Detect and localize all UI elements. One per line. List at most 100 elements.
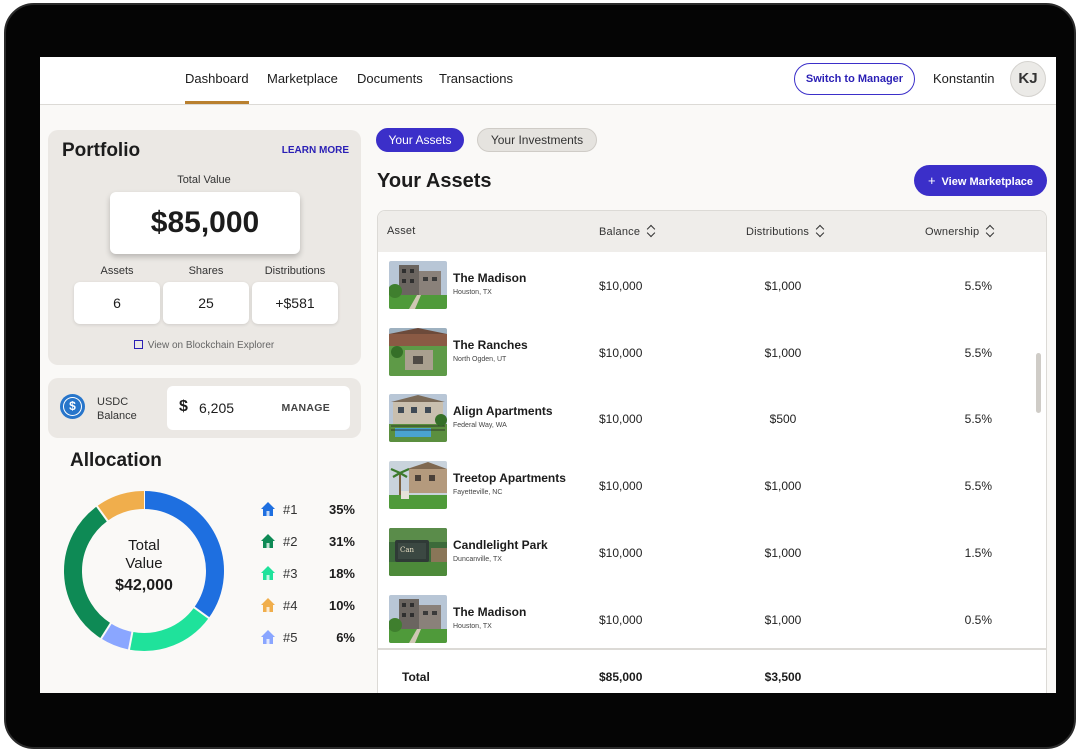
tab-marketplace[interactable]: Marketplace [267,71,338,86]
asset-location: Fayetteville, NC [453,489,503,497]
tab-your-investments[interactable]: Your Investments [477,128,597,152]
property-thumbnail [389,261,447,309]
asset-balance: $10,000 [599,412,643,427]
asset-balance: $10,000 [599,612,643,627]
view-marketplace-label: View Marketplace [941,176,1034,188]
column-balance-header[interactable]: Balance [599,225,655,238]
allocation-legend-item: #4 10% [260,595,360,615]
stat-label-distributions: Distributions [264,265,326,277]
allocation-percent: 18% [328,566,355,581]
asset-location: Duncanville, TX [453,555,502,563]
allocation-title: Allocation [70,450,162,471]
column-ownership: Ownership [925,226,980,238]
table-row[interactable]: The Madison Houston, TX $10,000 $1,000 0.5% [378,586,1040,652]
asset-name[interactable]: The Madison [453,605,526,619]
blockchain-explorer-link[interactable]: View on Blockchain Explorer [48,340,360,351]
assets-table: Asset Balance Distributions Ownership Th… [377,210,1047,693]
property-thumbnail [389,594,447,643]
asset-name[interactable]: Treetop Apartments [453,471,566,485]
username[interactable]: Konstantin [933,71,994,86]
asset-ownership: 1.5% [964,545,992,560]
app-screen: Dashboard Marketplace Documents Transact… [40,57,1056,693]
house-icon [261,598,275,612]
allocation-rank: #2 [283,534,298,549]
column-distributions-header[interactable]: Distributions [746,225,824,238]
asset-location: Houston, TX [453,622,492,630]
donut-center-label-1: Total [128,537,160,554]
asset-distributions: $1,000 [764,345,802,360]
avatar[interactable]: KJ [1010,61,1046,97]
tab-your-assets[interactable]: Your Assets [376,128,464,152]
explorer-label: View on Blockchain Explorer [147,340,275,351]
portfolio-card: Portfolio LEARN MORE Total Value $85,000… [48,130,361,365]
usdc-coin-icon: $ [60,394,85,419]
usdc-label-line1: USDC [97,396,129,408]
stat-label-shares: Shares [188,265,224,277]
dollar-icon: $ [179,398,188,415]
house-icon [261,566,275,580]
house-icon [261,630,275,644]
allocation-percent: 10% [328,598,355,613]
assets-title: Your Assets [377,170,492,192]
allocation-rank: #1 [283,502,298,517]
usdc-balance-box: $ 6,205 MANAGE [167,386,350,430]
learn-more-link[interactable]: LEARN MORE [282,145,349,156]
asset-distributions: $1,000 [764,545,802,560]
total-distributions: $3,500 [764,670,802,684]
usdc-label-line2: Balance [97,410,137,422]
table-row[interactable]: Can Candlelight Park Duncanville, TX $10,00… [378,519,1040,585]
asset-ownership: 5.5% [964,479,992,494]
asset-name[interactable]: The Madison [453,271,526,285]
property-thumbnail: Can [389,527,447,576]
usdc-amount: 6,205 [199,400,235,416]
table-total-row: Total $85,000 $3,500 [378,648,1046,693]
table-row[interactable]: The Madison Houston, TX $10,000 $1,000 5.5% [378,252,1040,318]
column-ownership-header[interactable]: Ownership [925,225,994,238]
stat-value-assets: 6 [74,282,160,324]
view-marketplace-button[interactable]: + View Marketplace [914,165,1047,196]
asset-location: North Ogden, UT [453,355,507,363]
total-value: $85,000 [110,192,300,254]
asset-ownership: 5.5% [964,345,992,360]
usdc-balance-card: $ USDC Balance $ 6,205 MANAGE [48,378,361,438]
asset-distributions: $1,000 [764,279,802,293]
allocation-legend-item: #2 31% [260,531,360,551]
table-row[interactable]: Align Apartments Federal Way, WA $10,000 $5… [378,385,1040,451]
stat-label-assets: Assets [100,265,134,277]
sort-icon [647,225,655,237]
sort-icon [986,225,994,237]
tab-transactions[interactable]: Transactions [439,71,513,86]
asset-distributions: $1,000 [764,612,802,627]
usdc-label: USDC Balance [97,395,137,423]
tablet-frame: Dashboard Marketplace Documents Transact… [4,3,1076,749]
table-scrollbar[interactable] [1036,353,1041,413]
svg-text:Can: Can [400,546,415,554]
asset-name[interactable]: Align Apartments [453,404,553,418]
donut-center-value: $42,000 [115,577,173,594]
allocation-legend-item: #5 6% [260,627,360,647]
allocation-rank: #5 [283,630,298,645]
tab-documents[interactable]: Documents [357,71,423,86]
asset-name[interactable]: Candlelight Park [453,538,548,552]
sort-icon [816,225,824,237]
switch-to-manager-button[interactable]: Switch to Manager [794,63,915,95]
asset-ownership: 0.5% [964,612,992,627]
house-icon [261,534,275,548]
total-balance: $85,000 [599,670,643,684]
total-label: Total [402,670,430,684]
stat-value-shares: 25 [163,282,249,324]
table-row[interactable]: The Ranches North Ogden, UT $10,000 $1,000 5… [378,319,1040,385]
allocation-legend-item: #1 35% [260,499,360,519]
tab-dashboard[interactable]: Dashboard [185,71,249,104]
asset-balance: $10,000 [599,479,643,494]
table-row[interactable]: Treetop Apartments Fayetteville, NC $10,00… [378,452,1040,518]
house-icon [261,502,275,516]
asset-name[interactable]: The Ranches [453,338,528,352]
property-thumbnail [389,394,447,443]
asset-location: Houston, TX [453,289,492,296]
property-thumbnail [389,327,447,376]
manage-button[interactable]: MANAGE [282,402,330,414]
table-header: Asset Balance Distributions Ownership [378,211,1046,252]
asset-balance: $10,000 [599,345,643,360]
allocation-percent: 6% [336,630,355,645]
